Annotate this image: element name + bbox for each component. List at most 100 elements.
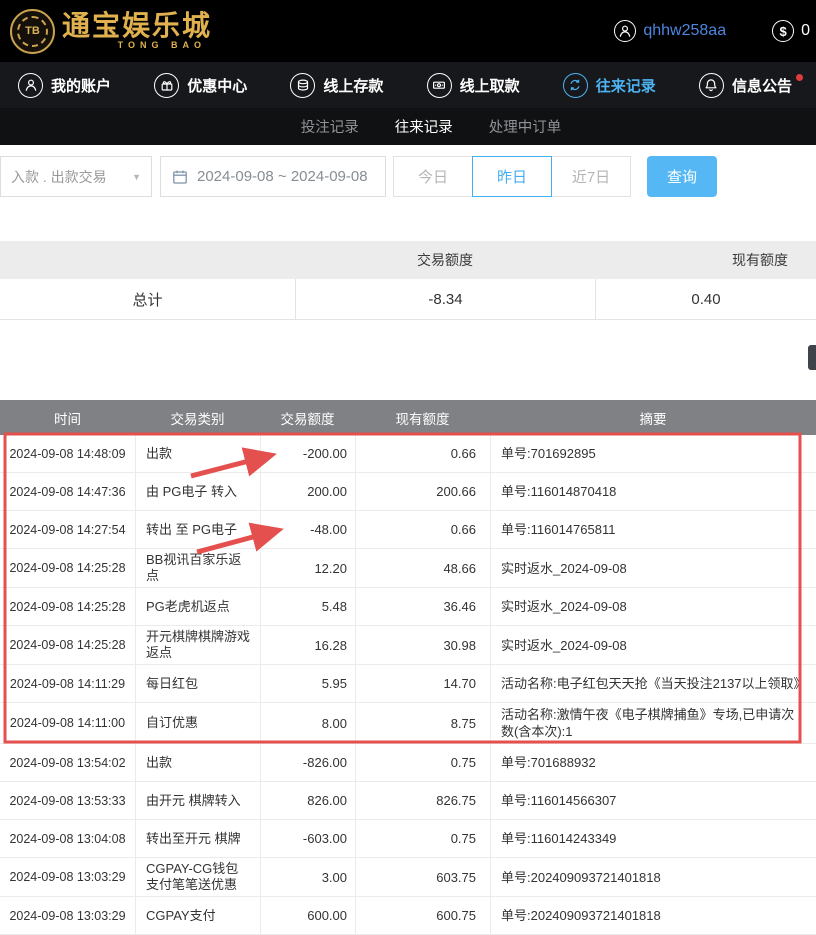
- notification-dot: [796, 74, 803, 81]
- nav-item-announcements[interactable]: 信息公告: [699, 73, 792, 98]
- brand-name-cn: 通宝娱乐城: [62, 12, 212, 42]
- table-row: 2024-09-08 14:48:09 出款 -200.00 0.66 单号:7…: [0, 435, 816, 473]
- table-row: 2024-09-08 13:53:33 由开元 棋牌转入 826.00 826.…: [0, 782, 816, 820]
- col-header-type: 交易类别: [135, 408, 260, 428]
- row-type: CGPAY支付: [135, 897, 260, 934]
- nav-item-my-account[interactable]: 我的账户: [18, 73, 111, 98]
- row-balance: 600.75: [355, 897, 490, 934]
- search-button[interactable]: 查询: [647, 156, 717, 197]
- brand-logo[interactable]: TB 通宝娱乐城 TONG BAO: [10, 9, 212, 54]
- row-note: 单号:116014765811: [490, 511, 816, 548]
- calendar-icon: [172, 169, 188, 185]
- summary-total-label: 总计: [0, 279, 295, 319]
- record-tabs: 投注记录 往来记录 处理中订单: [0, 108, 816, 145]
- summary-balance-total: 0.40: [595, 279, 816, 319]
- col-header-amount: 交易额度: [260, 408, 355, 428]
- row-amount: 826.00: [260, 782, 355, 819]
- row-amount: -200.00: [260, 435, 355, 472]
- row-note: 单号:701692895: [490, 435, 816, 472]
- balance-value: 0: [801, 22, 810, 40]
- col-header-note: 摘要: [490, 408, 816, 428]
- row-note: 活动名称:电子红包天天抢《当天投注2137以上领取》: [490, 665, 816, 702]
- table-row: 2024-09-08 14:47:36 由 PG电子 转入 200.00 200…: [0, 473, 816, 511]
- row-time: 2024-09-08 14:25:28: [0, 626, 135, 664]
- row-note: 活动名称:激情午夜《电子棋牌捕鱼》专场,已申请次数(含本次):1: [490, 703, 816, 743]
- row-amount: 5.48: [260, 588, 355, 625]
- brand-name-en: TONG BAO: [118, 40, 206, 50]
- quick-date-buttons: 今日 昨日 近7日: [394, 156, 631, 197]
- brand-text: 通宝娱乐城 TONG BAO: [62, 12, 212, 50]
- row-amount: -48.00: [260, 511, 355, 548]
- row-amount: 200.00: [260, 473, 355, 510]
- row-balance: 0.66: [355, 511, 490, 548]
- nav-label: 往来记录: [596, 75, 656, 96]
- row-time: 2024-09-08 14:25:28: [0, 588, 135, 625]
- row-amount: 3.00: [260, 858, 355, 896]
- row-note: 实时返水_2024-09-08: [490, 549, 816, 587]
- nav-label: 线上存款: [323, 75, 383, 96]
- nav-label: 优惠中心: [187, 75, 247, 96]
- gift-icon: [154, 73, 179, 98]
- row-type: 开元棋牌棋牌游戏返点: [135, 626, 260, 664]
- nav-item-transactions[interactable]: 往来记录: [563, 73, 656, 98]
- row-amount: 12.20: [260, 549, 355, 587]
- transactions-table: 时间 交易类别 交易额度 现有额度 摘要 2024-09-08 14:48:09…: [0, 400, 816, 935]
- table-row: 2024-09-08 14:11:29 每日红包 5.95 14.70 活动名称…: [0, 665, 816, 703]
- row-time: 2024-09-08 14:48:09: [0, 435, 135, 472]
- row-balance: 0.66: [355, 435, 490, 472]
- tab-transaction-records[interactable]: 往来记录: [395, 116, 453, 137]
- row-amount: 16.28: [260, 626, 355, 664]
- withdraw-banknote-icon: [427, 73, 452, 98]
- spacer: [0, 320, 816, 400]
- quick-today-button[interactable]: 今日: [393, 156, 473, 197]
- row-type: CGPAY-CG钱包支付笔笔送优惠: [135, 858, 260, 896]
- row-type: 由开元 棋牌转入: [135, 782, 260, 819]
- row-amount: 8.00: [260, 703, 355, 743]
- row-note: 单号:202409093721401818: [490, 897, 816, 934]
- row-type: 转出 至 PG电子: [135, 511, 260, 548]
- nav-item-withdraw[interactable]: 线上取款: [427, 73, 520, 98]
- chevron-down-icon: ▼: [132, 172, 141, 182]
- table-row: 2024-09-08 13:54:02 出款 -826.00 0.75 单号:7…: [0, 744, 816, 782]
- row-balance: 30.98: [355, 626, 490, 664]
- row-time: 2024-09-08 14:11:00: [0, 703, 135, 743]
- date-range-picker[interactable]: 2024-09-08 ~ 2024-09-08: [160, 156, 386, 197]
- row-time: 2024-09-08 13:03:29: [0, 858, 135, 896]
- row-time: 2024-09-08 13:04:08: [0, 820, 135, 857]
- header-right: qhhw258aa $ 0: [614, 20, 810, 42]
- table-row: 2024-09-08 14:11:00 自订优惠 8.00 8.75 活动名称:…: [0, 703, 816, 744]
- user-icon: [614, 20, 636, 42]
- chip-label: TB: [17, 16, 48, 47]
- nav-label: 信息公告: [732, 75, 792, 96]
- exchange-records-icon: [563, 73, 588, 98]
- username: qhhw258aa: [643, 22, 726, 40]
- account-menu[interactable]: qhhw258aa: [614, 20, 726, 42]
- nav-item-deposit[interactable]: 线上存款: [290, 73, 383, 98]
- quick-7days-button[interactable]: 近7日: [551, 156, 631, 197]
- dollar-icon: $: [772, 20, 794, 42]
- row-amount: -603.00: [260, 820, 355, 857]
- table-row: 2024-09-08 13:03:29 CGPAY支付 600.00 600.7…: [0, 897, 816, 935]
- floating-widget[interactable]: [808, 345, 816, 370]
- row-time: 2024-09-08 13:03:29: [0, 897, 135, 934]
- row-amount: -826.00: [260, 744, 355, 781]
- person-icon: [18, 73, 43, 98]
- deposit-coins-icon: [290, 73, 315, 98]
- tab-bet-records[interactable]: 投注记录: [301, 116, 359, 137]
- summary-header: 交易额度 现有额度: [0, 241, 816, 279]
- table-row: 2024-09-08 14:25:28 开元棋牌棋牌游戏返点 16.28 30.…: [0, 626, 816, 665]
- balance-display[interactable]: $ 0: [772, 20, 810, 42]
- nav-item-promotions[interactable]: 优惠中心: [154, 73, 247, 98]
- row-type: 由 PG电子 转入: [135, 473, 260, 510]
- col-header-balance: 现有额度: [355, 408, 490, 428]
- table-row: 2024-09-08 13:03:29 CGPAY-CG钱包支付笔笔送优惠 3.…: [0, 858, 816, 897]
- summary-table: 交易额度 现有额度 总计 -8.34 0.40: [0, 241, 816, 320]
- row-type: 出款: [135, 435, 260, 472]
- row-time: 2024-09-08 14:47:36: [0, 473, 135, 510]
- tab-pending-orders[interactable]: 处理中订单: [489, 116, 562, 137]
- quick-yesterday-button[interactable]: 昨日: [472, 156, 552, 197]
- row-time: 2024-09-08 14:25:28: [0, 549, 135, 587]
- row-time: 2024-09-08 14:11:29: [0, 665, 135, 702]
- transaction-type-dropdown[interactable]: 入款 . 出款交易 ▼: [0, 156, 152, 197]
- row-balance: 0.75: [355, 744, 490, 781]
